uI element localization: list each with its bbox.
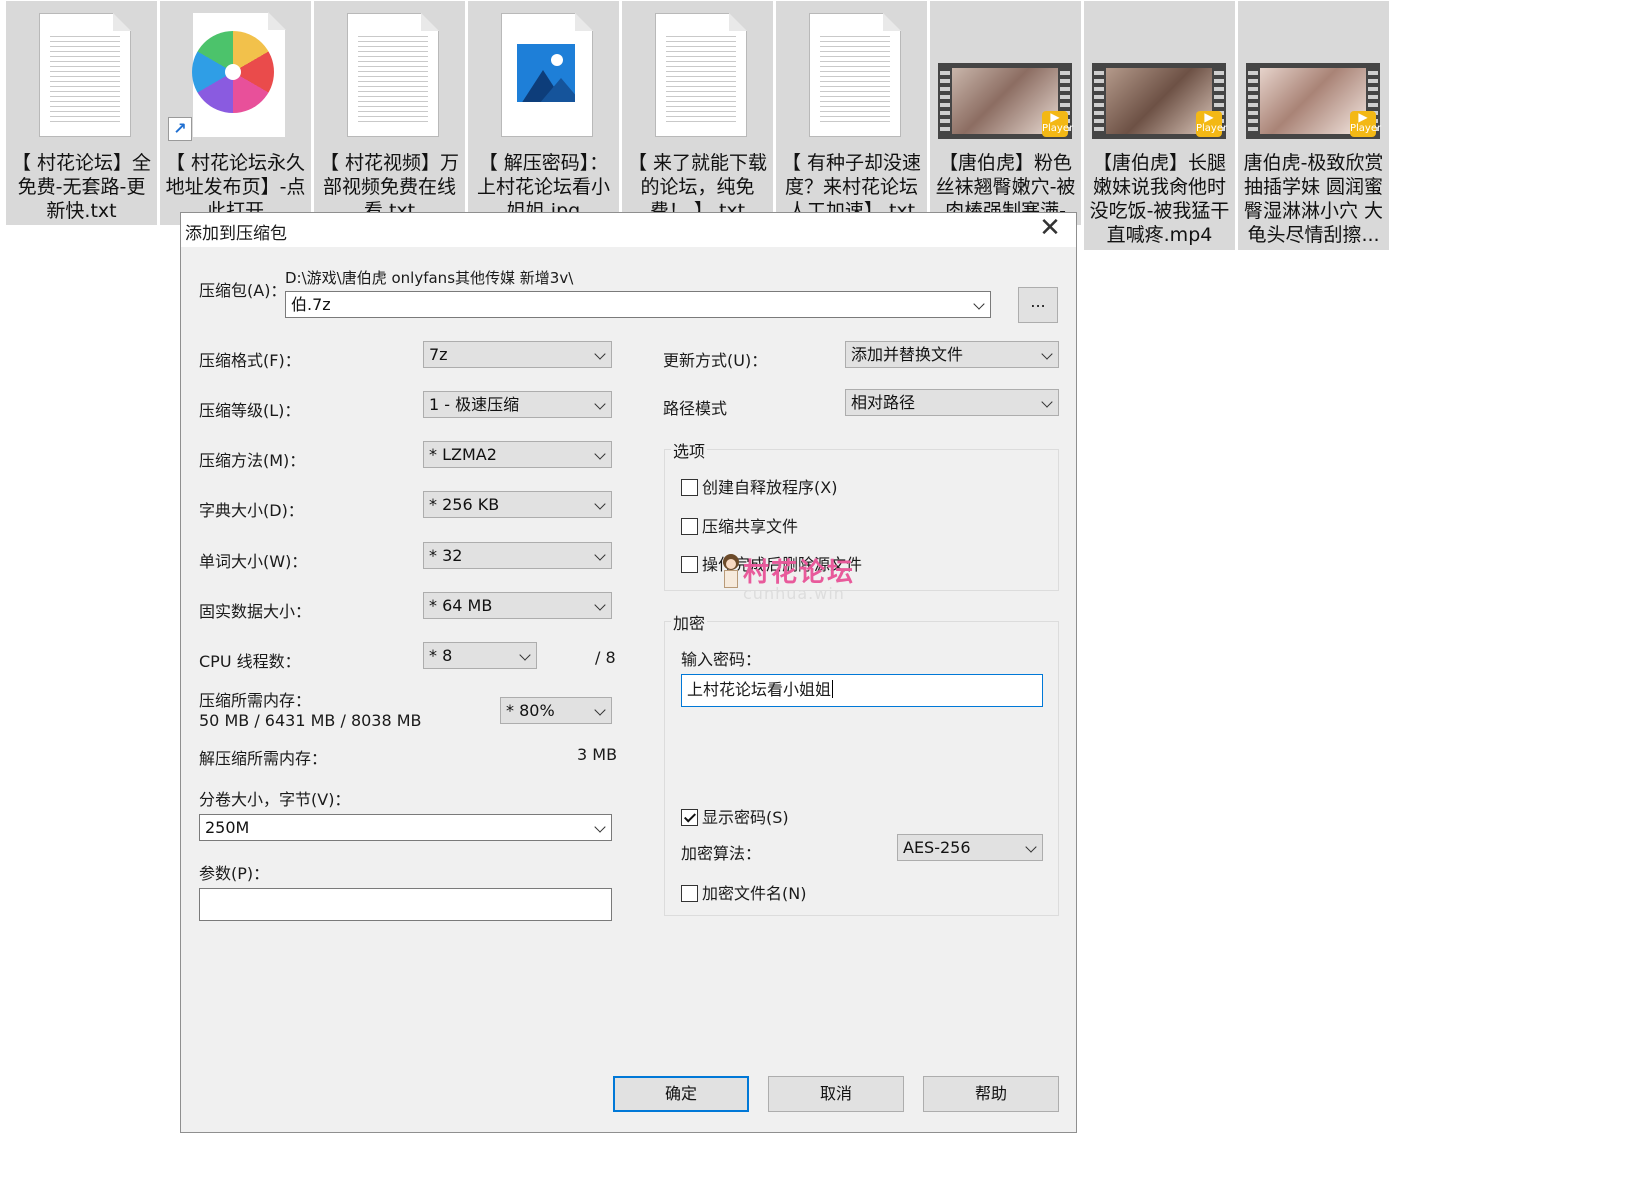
close-icon[interactable]: ✕ [1038,215,1062,241]
title-bar: 添加到压缩包 ✕ [181,213,1076,247]
player-icon: ▶ Player [1350,111,1381,137]
word-select[interactable]: * 32 [423,542,612,569]
level-label: 压缩等级(L)： [199,401,301,420]
browse-button[interactable]: ... [1018,287,1058,323]
params-input[interactable] [199,888,612,921]
file-item[interactable]: ▶ Player 【唐伯虎】长腿 嫩妹说我肏他时 没吃饭-被我猛干 直喊疼.mp4 [1084,1,1235,250]
cpu-label: CPU 线程数： [199,652,301,671]
file-item[interactable]: 【 村花视频】万 部视频免费在线 看.txt [314,1,465,225]
cancel-button[interactable]: 取消 [768,1076,904,1112]
file-item[interactable]: 【 来了就能下载 的论坛，纯免 费！ 】.txt [622,1,773,225]
text-file-icon [347,13,439,137]
shortcut-arrow-icon: ↗ [168,117,192,141]
file-item[interactable]: 【 村花论坛】全 免费-无套路-更 新快.txt [6,1,157,225]
text-file-icon [39,13,131,137]
path-mode-select[interactable]: 相对路径 [845,389,1059,416]
video-thumbnail: ▶ Player [1092,63,1227,139]
chevron-down-icon [594,448,606,460]
algo-label: 加密算法： [681,844,762,863]
chevron-down-icon [1041,396,1053,408]
archive-label: 压缩包(A)： [199,281,287,300]
player-icon: ▶ Player [1196,111,1227,137]
file-item[interactable]: 【 有种子却没速 度？来村花论坛 人工加速】.txt [776,1,927,225]
text-file-icon [809,13,901,137]
solid-label: 固实数据大小： [199,602,312,621]
player-icon: ▶ Player [1042,111,1073,137]
dialog-title: 添加到压缩包 [185,224,287,244]
pinwheel-icon [192,31,274,113]
dict-label: 字典大小(D)： [199,501,304,520]
chevron-down-icon [594,704,606,716]
volume-size-combo[interactable]: 250M [199,814,612,841]
encryption-group: 加密 输入密码： 上村花论坛看小姐姐 显示密码(S) 加密算法： AES-256… [664,610,1059,916]
chevron-down-icon [1025,841,1037,853]
add-to-archive-dialog: 添加到压缩包 ✕ 压缩包(A)： D:\游戏\唐伯虎 onlyfans其他传媒 … [180,212,1077,1133]
checkbox-icon [681,518,698,535]
format-label: 压缩格式(F)： [199,351,301,370]
dict-select[interactable]: * 256 KB [423,491,612,518]
options-title: 选项 [671,438,708,462]
checkbox-icon [681,479,698,496]
chevron-down-icon [1041,348,1053,360]
format-select[interactable]: 7z [423,341,612,368]
checkbox-icon [681,556,698,573]
update-mode-select[interactable]: 添加并替换文件 [845,341,1059,368]
file-name: 【 村花论坛】全 免费-无套路-更 新快.txt [11,152,152,222]
file-item[interactable]: 【 解压密码】： 上村花论坛看小 姐姐.jpg [468,1,619,225]
cpu-total: / 8 [595,648,616,667]
method-label: 压缩方法(M)： [199,451,306,470]
show-password-checkbox[interactable]: 显示密码(S) [681,804,789,828]
method-select[interactable]: * LZMA2 [423,441,612,468]
encrypt-names-checkbox[interactable]: 加密文件名(N) [681,880,806,904]
volume-label: 分卷大小，字节(V)： [199,790,351,809]
algo-select[interactable]: AES-256 [897,834,1043,861]
chevron-down-icon [973,298,985,310]
video-thumbnail: ▶ Player [938,63,1073,139]
video-thumbnail: ▶ Player [1246,63,1381,139]
text-file-icon [655,13,747,137]
solid-select[interactable]: * 64 MB [423,592,612,619]
file-item[interactable]: ▶ Player 【唐伯虎】粉色 丝袜翘臀嫩穴-被 肉棒强制塞满- [930,1,1081,225]
file-name: 【唐伯虎】长腿 嫩妹说我肏他时 没吃饭-被我猛干 直喊疼.mp4 [1089,152,1230,246]
checkbox-checked-icon [681,809,698,826]
cpu-threads-select[interactable]: * 8 [423,642,537,669]
password-input[interactable]: 上村花论坛看小姐姐 [681,674,1043,707]
mem-percent-select[interactable]: * 80% [500,697,612,724]
encryption-title: 加密 [671,610,708,634]
mascot-icon [721,554,741,602]
pathmode-label: 路径模式 [663,399,728,418]
help-button[interactable]: 帮助 [923,1076,1059,1112]
chevron-down-icon [594,398,606,410]
chevron-down-icon [594,599,606,611]
decomp-value: 3 MB [577,745,618,764]
decomp-label: 解压缩所需内存： [199,749,328,768]
chevron-down-icon [594,821,606,833]
archive-name-combo[interactable]: 伯.7z [285,291,991,318]
password-label: 输入密码： [681,650,762,669]
level-select[interactable]: 1 - 极速压缩 [423,391,612,418]
update-label: 更新方式(U)： [663,351,768,370]
chevron-down-icon [594,498,606,510]
text-caret [832,680,834,698]
file-name: 唐伯虎-极致欣赏 抽插学妹 圆润蜜 臀湿淋淋小穴 大 龟头尽情刮擦... [1243,152,1384,246]
ok-button[interactable]: 确定 [613,1076,749,1112]
params-label: 参数(P)： [199,864,270,883]
sfx-checkbox[interactable]: 创建自释放程序(X) [681,474,837,498]
archive-path: D:\游戏\唐伯虎 onlyfans其他传媒 新增3v\ [285,269,574,287]
chevron-down-icon [519,649,531,661]
mem-label: 压缩所需内存： [199,691,312,710]
chevron-down-icon [594,348,606,360]
word-label: 单词大小(W)： [199,552,308,571]
watermark: 村花论坛 cunhua.win [721,548,881,608]
chevron-down-icon [594,549,606,561]
mem-value: 50 MB / 6431 MB / 8038 MB [199,711,422,730]
file-item[interactable]: ▶ Player 唐伯虎-极致欣赏 抽插学妹 圆润蜜 臀湿淋淋小穴 大 龟头尽情刮… [1238,1,1389,250]
watermark-sub: cunhua.win [743,584,845,603]
file-item[interactable]: ↗ 【 村花论坛永久 地址发布页】-点 此打开 [160,1,311,225]
shared-files-checkbox[interactable]: 压缩共享文件 [681,513,798,537]
image-file-icon [501,13,593,137]
checkbox-icon [681,885,698,902]
